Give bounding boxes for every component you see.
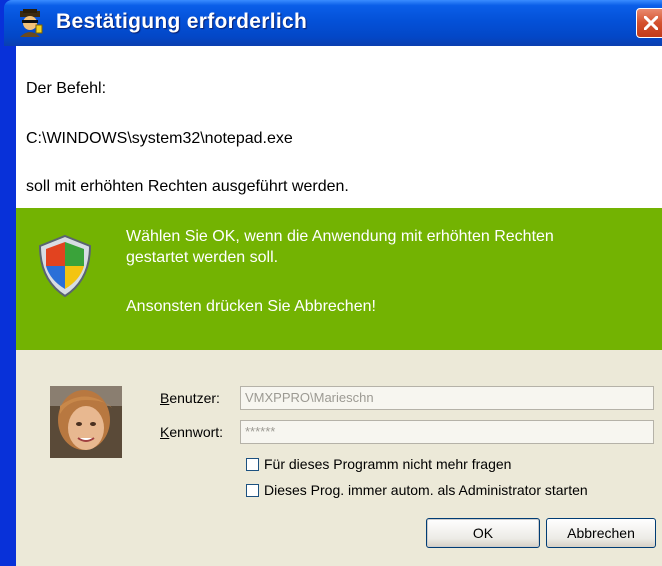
banner-line-2: gestartet werden soll.: [126, 249, 279, 266]
message-intro: Der Befehl:: [26, 80, 107, 97]
info-banner: Wählen Sie OK, wenn die Anwendung mit er…: [16, 208, 662, 350]
message-explanation: soll mit erhöhten Rechten ausgeführt wer…: [26, 178, 349, 195]
password-label: Kennwort:: [160, 424, 223, 440]
user-field[interactable]: VMXPPRO\Marieschn: [240, 386, 654, 410]
title-bar[interactable]: Bestätigung erforderlich: [4, 0, 662, 46]
no-more-ask-checkbox[interactable]: [246, 458, 259, 471]
banner-line-3: Ansonsten drücken Sie Abbrechen!: [126, 298, 376, 315]
user-avatar: [50, 386, 122, 458]
password-field[interactable]: ******: [240, 420, 654, 444]
cancel-button[interactable]: Abbrechen: [546, 518, 656, 548]
banner-line-1: Wählen Sie OK, wenn die Anwendung mit er…: [126, 228, 554, 245]
ok-button[interactable]: OK: [426, 518, 540, 548]
shield-icon: [38, 234, 92, 298]
no-more-ask-label[interactable]: Für dieses Programm nicht mehr fragen: [264, 456, 511, 472]
always-admin-label[interactable]: Dieses Prog. immer autom. als Administra…: [264, 482, 588, 498]
close-icon: [644, 16, 658, 30]
command-path: C:\WINDOWS\system32\notepad.exe: [26, 130, 293, 147]
credentials-panel: Benutzer: VMXPPRO\Marieschn Kennwort: **…: [16, 350, 662, 566]
always-admin-checkbox[interactable]: [246, 484, 259, 497]
close-button[interactable]: [636, 8, 662, 38]
user-label: Benutzer:: [160, 390, 220, 406]
dialog-body: Der Befehl: C:\WINDOWS\system32\notepad.…: [16, 46, 662, 566]
user-label-accelerator: B: [160, 390, 170, 406]
password-label-text: ennwort:: [169, 424, 224, 440]
app-icon: [20, 9, 43, 37]
password-label-accelerator: K: [160, 424, 170, 440]
dialog-window: Bestätigung erforderlich Der Befehl: C:\…: [0, 0, 662, 566]
window-title: Bestätigung erforderlich: [56, 10, 308, 33]
user-label-text: enutzer:: [169, 390, 220, 406]
